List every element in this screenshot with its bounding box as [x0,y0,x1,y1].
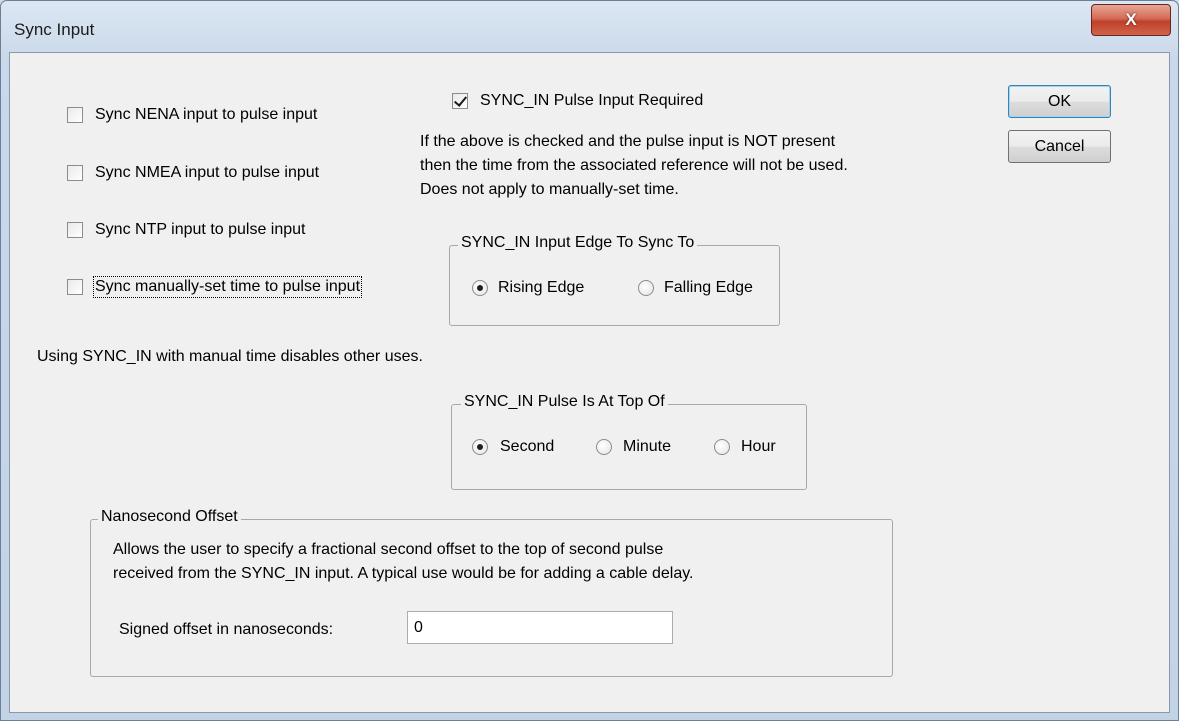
radio-hour[interactable] [714,439,730,455]
close-button[interactable]: X [1091,4,1171,36]
close-icon: X [1125,10,1137,29]
radio-minute[interactable] [596,439,612,455]
checkbox-sync-nena-label[interactable]: Sync NENA input to pulse input [95,106,317,124]
offset-group-legend: Nanosecond Offset [98,508,241,526]
cancel-button-label: Cancel [1034,137,1085,155]
radio-second-label[interactable]: Second [500,438,554,456]
radio-hour-label[interactable]: Hour [741,438,776,456]
radio-rising-edge-label[interactable]: Rising Edge [498,279,584,297]
radio-falling-edge-label[interactable]: Falling Edge [664,279,753,297]
window-title: Sync Input [14,20,95,39]
dialog-client-area: Sync NENA input to pulse input Sync NMEA… [9,52,1170,713]
radio-minute-label[interactable]: Minute [623,438,671,456]
offset-input[interactable] [407,611,673,644]
checkbox-sync-nmea[interactable] [67,165,83,181]
checkbox-sync-manual-label[interactable]: Sync manually-set time to pulse input [92,276,363,298]
sync-input-dialog: Sync Input X Sync NENA input to pulse in… [0,0,1179,721]
top-of-group-legend: SYNC_IN Pulse Is At Top Of [461,393,668,411]
checkbox-pulse-required[interactable] [452,93,468,109]
pulse-note-line2: then the time from the associated refere… [420,157,848,174]
checkbox-sync-nmea-label[interactable]: Sync NMEA input to pulse input [95,164,319,182]
checkbox-pulse-required-label[interactable]: SYNC_IN Pulse Input Required [480,92,703,110]
checkbox-sync-ntp-label[interactable]: Sync NTP input to pulse input [95,221,306,239]
ok-button[interactable]: OK [1008,85,1111,118]
radio-rising-edge[interactable] [472,280,488,296]
checkbox-sync-ntp[interactable] [67,222,83,238]
cancel-button[interactable]: Cancel [1008,130,1111,163]
checkbox-sync-manual[interactable] [67,279,83,295]
pulse-note-line3: Does not apply to manually-set time. [420,181,679,198]
radio-second[interactable] [472,439,488,455]
pulse-note-line1: If the above is checked and the pulse in… [420,133,836,150]
offset-desc-line2: received from the SYNC_IN input. A typic… [113,565,694,582]
edge-group-legend: SYNC_IN Input Edge To Sync To [458,234,698,252]
ok-button-label: OK [1047,92,1072,110]
offset-field-label: Signed offset in nanoseconds: [119,621,334,638]
checkbox-sync-nena[interactable] [67,107,83,123]
offset-desc-line1: Allows the user to specify a fractional … [113,541,664,558]
manual-time-note: Using SYNC_IN with manual time disables … [37,348,423,365]
radio-falling-edge[interactable] [638,280,654,296]
